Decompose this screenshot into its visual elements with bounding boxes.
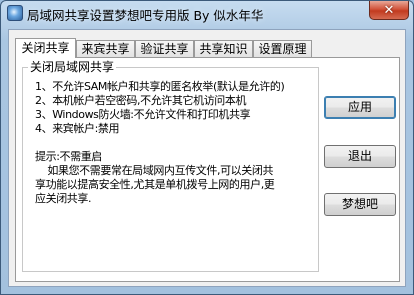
- title-bar[interactable]: 局域网共享设置梦想吧专用版 By 似水年华 ✕: [1, 1, 413, 29]
- tab-share-knowledge[interactable]: 共享知识: [194, 40, 253, 57]
- exit-button[interactable]: 退出: [324, 145, 396, 168]
- close-button[interactable]: ✕: [369, 1, 409, 20]
- group-title: 关闭局域网共享: [28, 60, 117, 74]
- group-box: 关闭局域网共享 1、不允许SAM帐户和共享的匿名枚举(默认是允许的) 2、本机帐…: [22, 60, 319, 272]
- tab-close-share[interactable]: 关闭共享: [15, 38, 76, 58]
- tab-panel: 关闭局域网共享 1、不允许SAM帐户和共享的匿名枚举(默认是允许的) 2、本机帐…: [15, 57, 400, 282]
- window-title: 局域网共享设置梦想吧专用版 By 似水年华: [27, 8, 264, 23]
- app-icon: [7, 5, 23, 21]
- close-icon: ✕: [383, 2, 395, 18]
- apply-button[interactable]: 应用: [324, 96, 396, 119]
- tab-setting-principle[interactable]: 设置原理: [253, 40, 312, 57]
- client-area: 关闭共享 来宾共享 验证共享 共享知识 设置原理 关闭局域网共享 1、不允许SA…: [8, 29, 406, 287]
- main-window: 局域网共享设置梦想吧专用版 By 似水年华 ✕ 关闭共享 来宾共享 验证共享 共…: [0, 0, 414, 295]
- dream-button[interactable]: 梦想吧: [324, 193, 396, 216]
- info-text: 1、不允许SAM帐户和共享的匿名枚举(默认是允许的) 2、本机帐户若空密码,不允…: [35, 80, 285, 205]
- tab-auth-share[interactable]: 验证共享: [135, 40, 194, 57]
- tab-guest-share[interactable]: 来宾共享: [76, 40, 135, 57]
